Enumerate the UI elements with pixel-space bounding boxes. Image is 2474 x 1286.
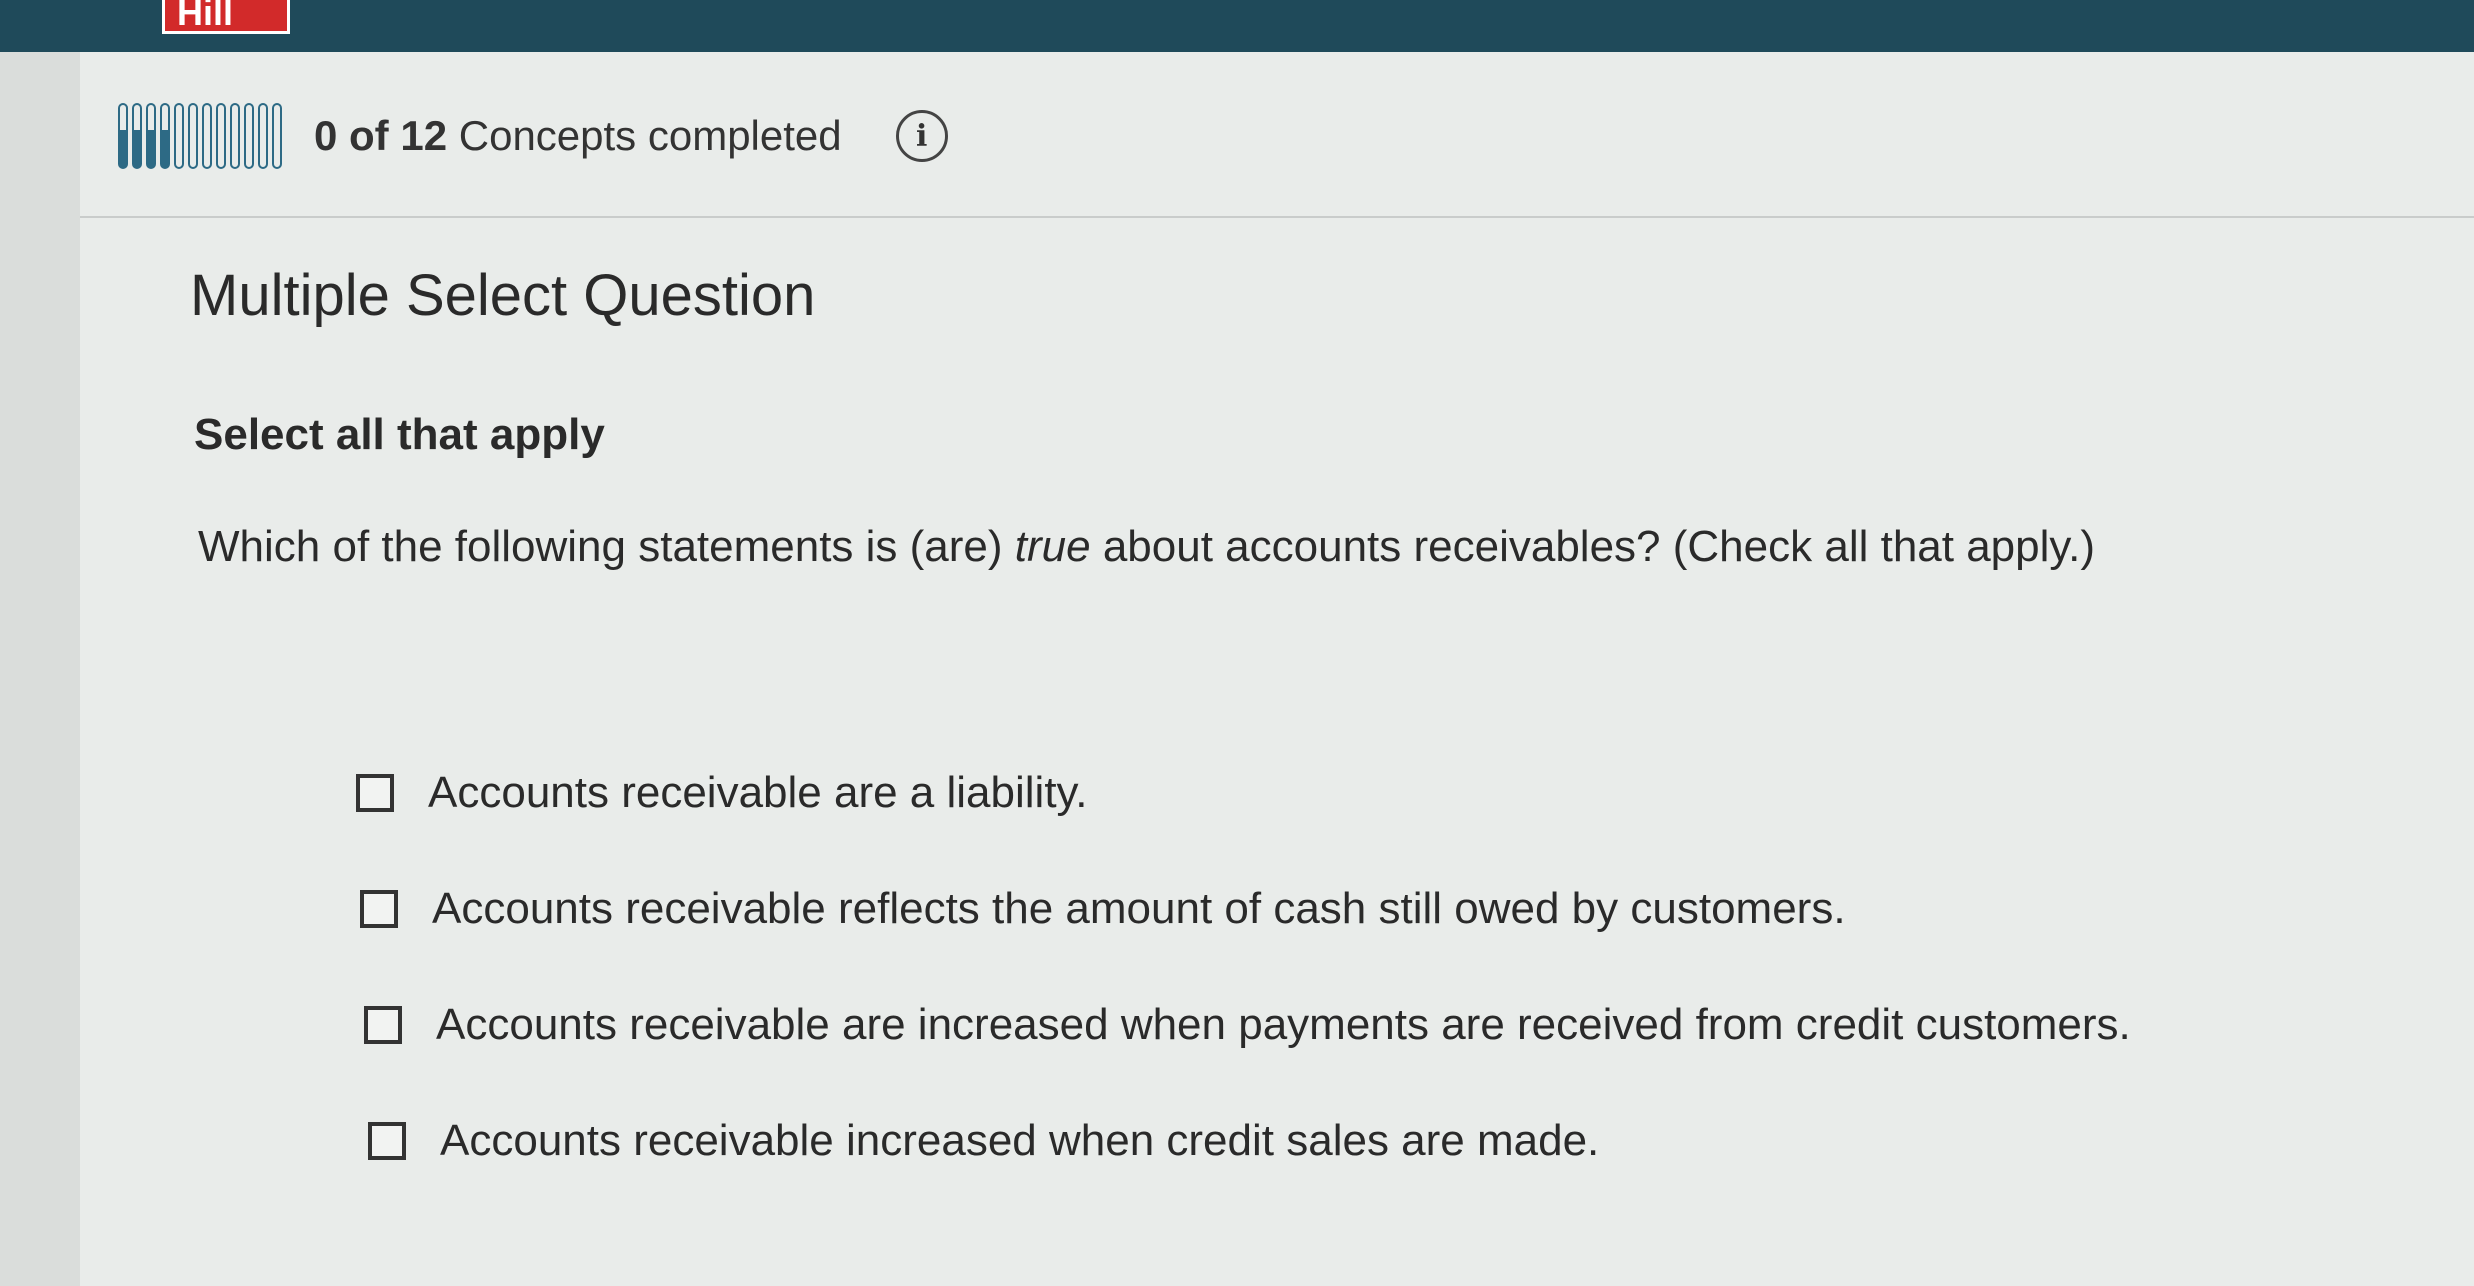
question-prompt: Which of the following statements is (ar… [198,522,2095,572]
concepts-completed-text: 0 of 12 Concepts completed [314,112,842,160]
answer-option-1[interactable]: Accounts receivable are a liability. [356,768,1088,818]
question-type-title: Multiple Select Question [190,263,816,328]
answer-option-2[interactable]: Accounts receivable reflects the amount … [360,884,1846,934]
concepts-suffix: Concepts completed [458,112,842,159]
progress-segment [244,103,254,169]
progress-segment [118,103,128,169]
progress-segment [272,103,282,169]
answer-option-3[interactable]: Accounts receivable are increased when p… [364,1000,2131,1050]
top-bar: Hill [0,0,2474,52]
question-panel [80,52,2474,1286]
concept-progress-bars [118,103,282,169]
completed-count: 0 [314,112,338,159]
option-label[interactable]: Accounts receivable are a liability. [428,768,1088,818]
brand-logo[interactable]: Hill [162,0,290,34]
progress-segment [146,103,156,169]
option-label[interactable]: Accounts receivable increased when credi… [440,1116,1599,1166]
answer-option-4[interactable]: Accounts receivable increased when credi… [368,1116,1599,1166]
option-checkbox[interactable] [364,1006,402,1044]
progress-segment [258,103,268,169]
progress-segment [216,103,226,169]
progress-segment [160,103,170,169]
total-count: 12 [400,112,448,159]
option-checkbox[interactable] [368,1122,406,1160]
option-label[interactable]: Accounts receivable are increased when p… [436,1000,2131,1050]
option-label[interactable]: Accounts receivable reflects the amount … [432,884,1846,934]
progress-segment [202,103,212,169]
progress-segment [174,103,184,169]
progress-row: 0 of 12 Concepts completed i [118,96,948,176]
header-divider [80,216,2474,218]
option-checkbox[interactable] [360,890,398,928]
prompt-text-before: Which of the following statements is (ar… [198,522,1015,571]
progress-segment [132,103,142,169]
option-checkbox[interactable] [356,774,394,812]
prompt-text-italic: true [1014,522,1091,571]
question-instruction: Select all that apply [194,410,605,459]
of-word: of [349,112,389,159]
progress-segment [230,103,240,169]
info-icon[interactable]: i [895,110,948,162]
prompt-text-after: about accounts receivables? (Check all t… [1090,522,2096,571]
progress-segment [188,103,198,169]
